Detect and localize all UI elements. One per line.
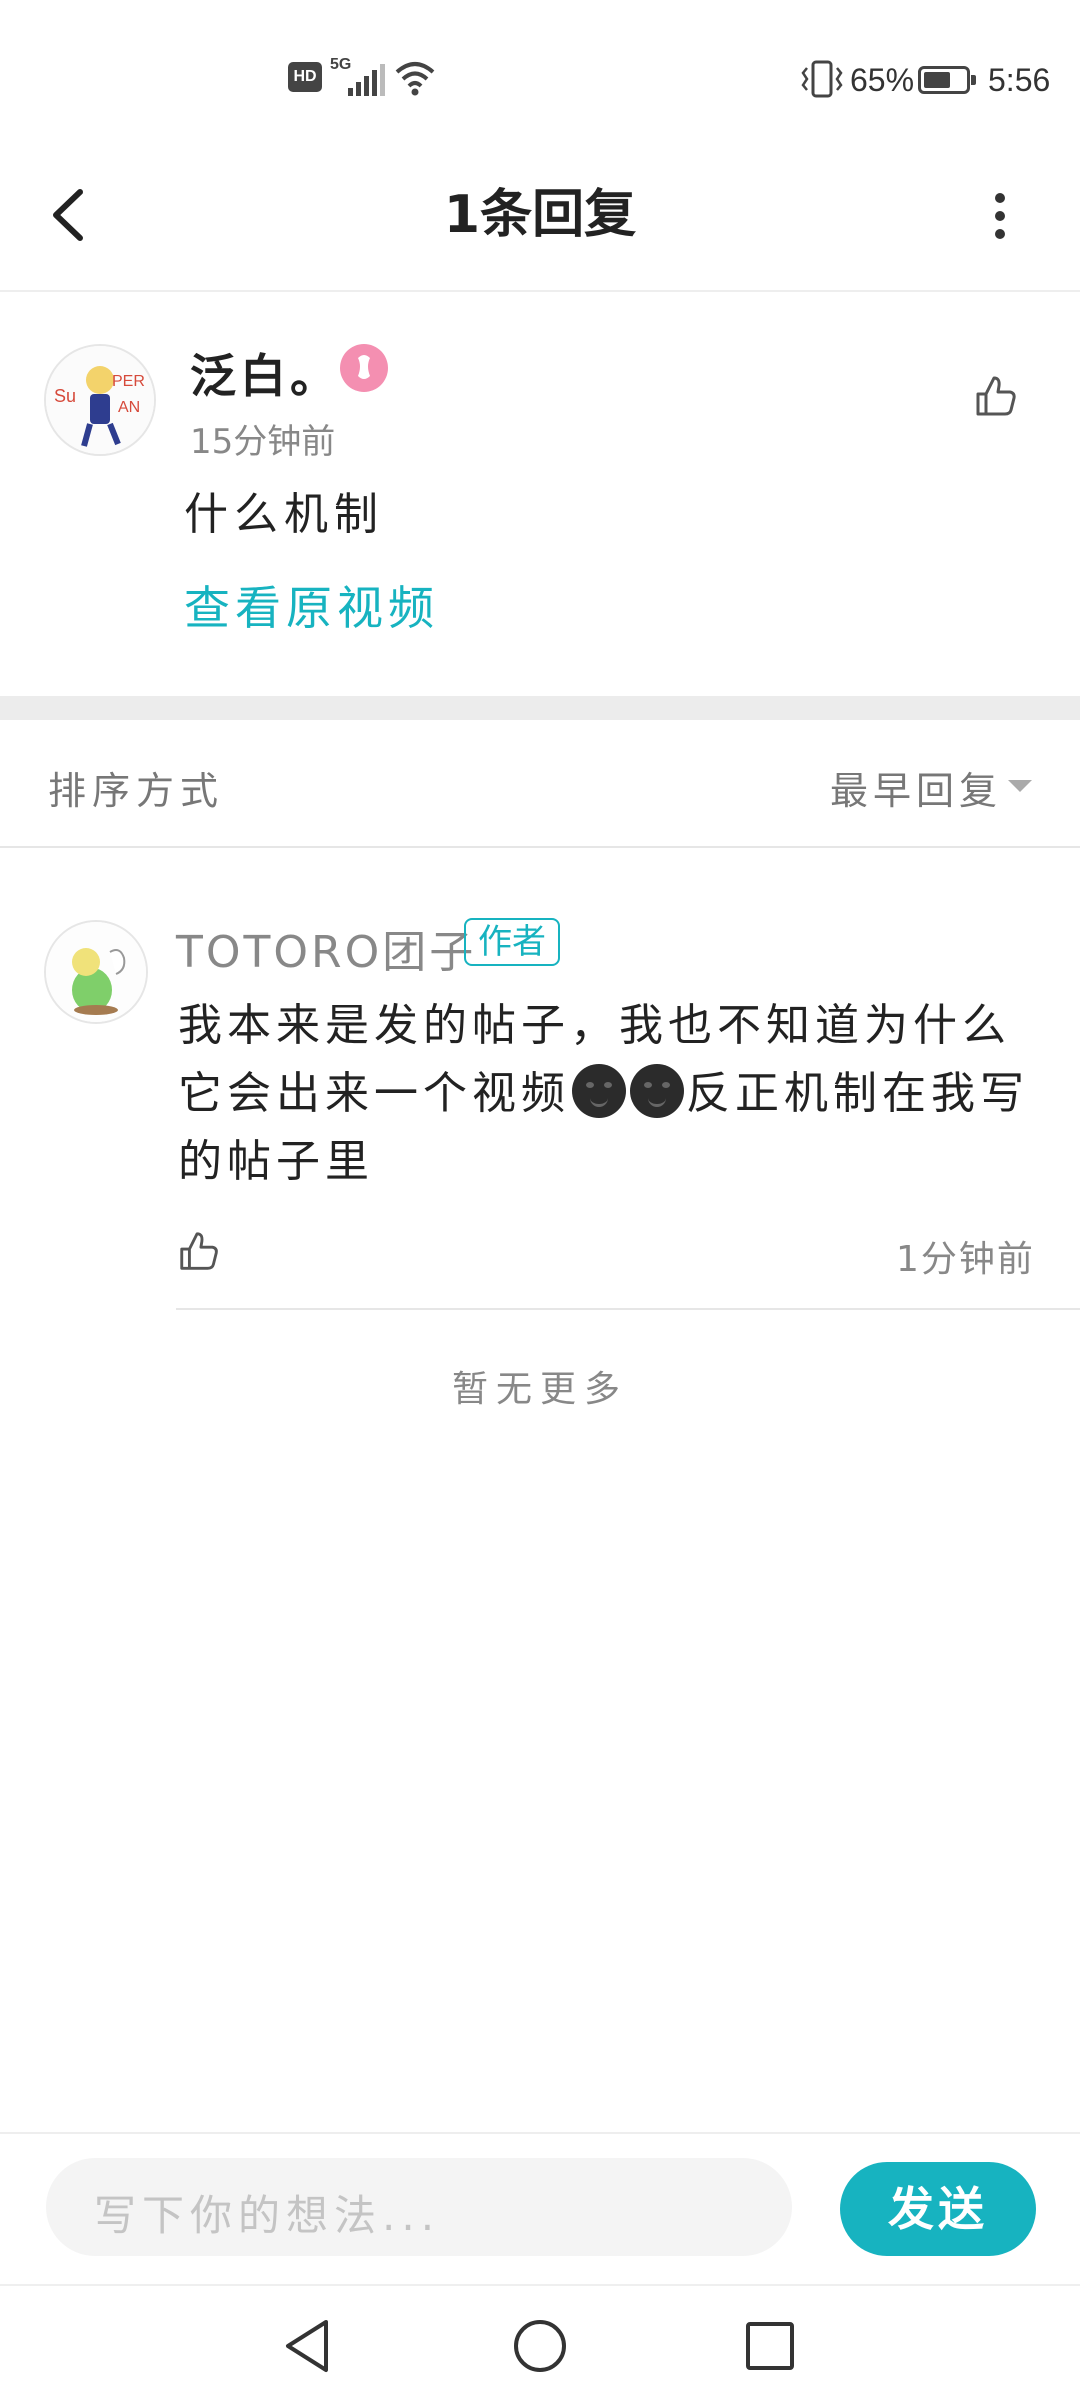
nav-recents-icon[interactable] (742, 2316, 798, 2376)
reply-thumbs-up-icon[interactable] (176, 1228, 222, 1274)
svg-text:PER: PER (112, 373, 145, 390)
no-more-label: 暂无更多 (451, 1369, 628, 1410)
reply-avatar[interactable] (44, 920, 148, 1024)
comment-input[interactable]: 写下你的想法... (46, 2158, 792, 2256)
battery-icon (918, 66, 976, 94)
comment-input-placeholder: 写下你的想法... (94, 2191, 441, 2240)
sort-label: 排序方式 (48, 769, 225, 813)
reply-item: TOTORO团子 作者 我本来是发的帖子，我也不知道为什么它会出来一个视频 反正机… (0, 848, 1080, 1310)
svg-text:AN: AN (118, 399, 140, 416)
signal-icon (348, 64, 385, 96)
comment-time: 15分钟前 (190, 422, 336, 462)
smirk-emoji-icon (572, 1064, 626, 1118)
comment-username[interactable]: 泛白。 (190, 340, 340, 406)
smirk-emoji-icon (630, 1064, 684, 1118)
more-options-icon[interactable] (980, 188, 1020, 244)
send-button[interactable]: 发送 (840, 2162, 1036, 2256)
comment-text: 什么机制 (184, 489, 384, 540)
section-divider (0, 696, 1080, 720)
system-nav-bar (0, 2284, 1080, 2402)
nav-back-icon[interactable] (280, 2316, 336, 2376)
user-badge-icon (340, 344, 388, 392)
reply-divider (176, 1308, 1080, 1310)
status-bar: HD 5G 65% 5:56 (0, 0, 1080, 140)
comment-input-bar: 写下你的想法... 发送 (0, 2132, 1080, 2284)
thumbs-up-icon[interactable] (972, 372, 1020, 420)
battery-percent: 65% (850, 62, 915, 98)
avatar[interactable]: Su PER AN (44, 344, 156, 456)
sort-row: 排序方式 最早回复 (0, 720, 1080, 848)
vibrate-icon (801, 60, 843, 98)
svg-text:Su: Su (54, 386, 76, 406)
wifi-icon (395, 62, 435, 96)
top-app-bar: 1条回复 (0, 140, 1080, 292)
author-badge: 作者 (464, 918, 560, 966)
view-original-video-link[interactable]: 查看原视频 (184, 572, 439, 638)
reply-time: 1分钟前 (896, 1239, 1035, 1280)
clock: 5:56 (988, 62, 1051, 98)
sort-selected: 最早回复 (830, 769, 1003, 813)
original-comment: Su PER AN 泛白。 15分钟前 什么机制 查看原视频 (0, 292, 1080, 696)
chevron-down-icon (1008, 780, 1032, 792)
page-title: 1条回复 (443, 185, 637, 245)
hd-icon: HD (288, 62, 322, 92)
sort-dropdown[interactable]: 最早回复 (830, 760, 1040, 813)
reply-text: 我本来是发的帖子，我也不知道为什么它会出来一个视频 反正机制在我写的帖子里 (178, 992, 1048, 1196)
reply-username[interactable]: TOTORO团子 (176, 916, 476, 980)
nav-home-icon[interactable] (510, 2316, 570, 2376)
